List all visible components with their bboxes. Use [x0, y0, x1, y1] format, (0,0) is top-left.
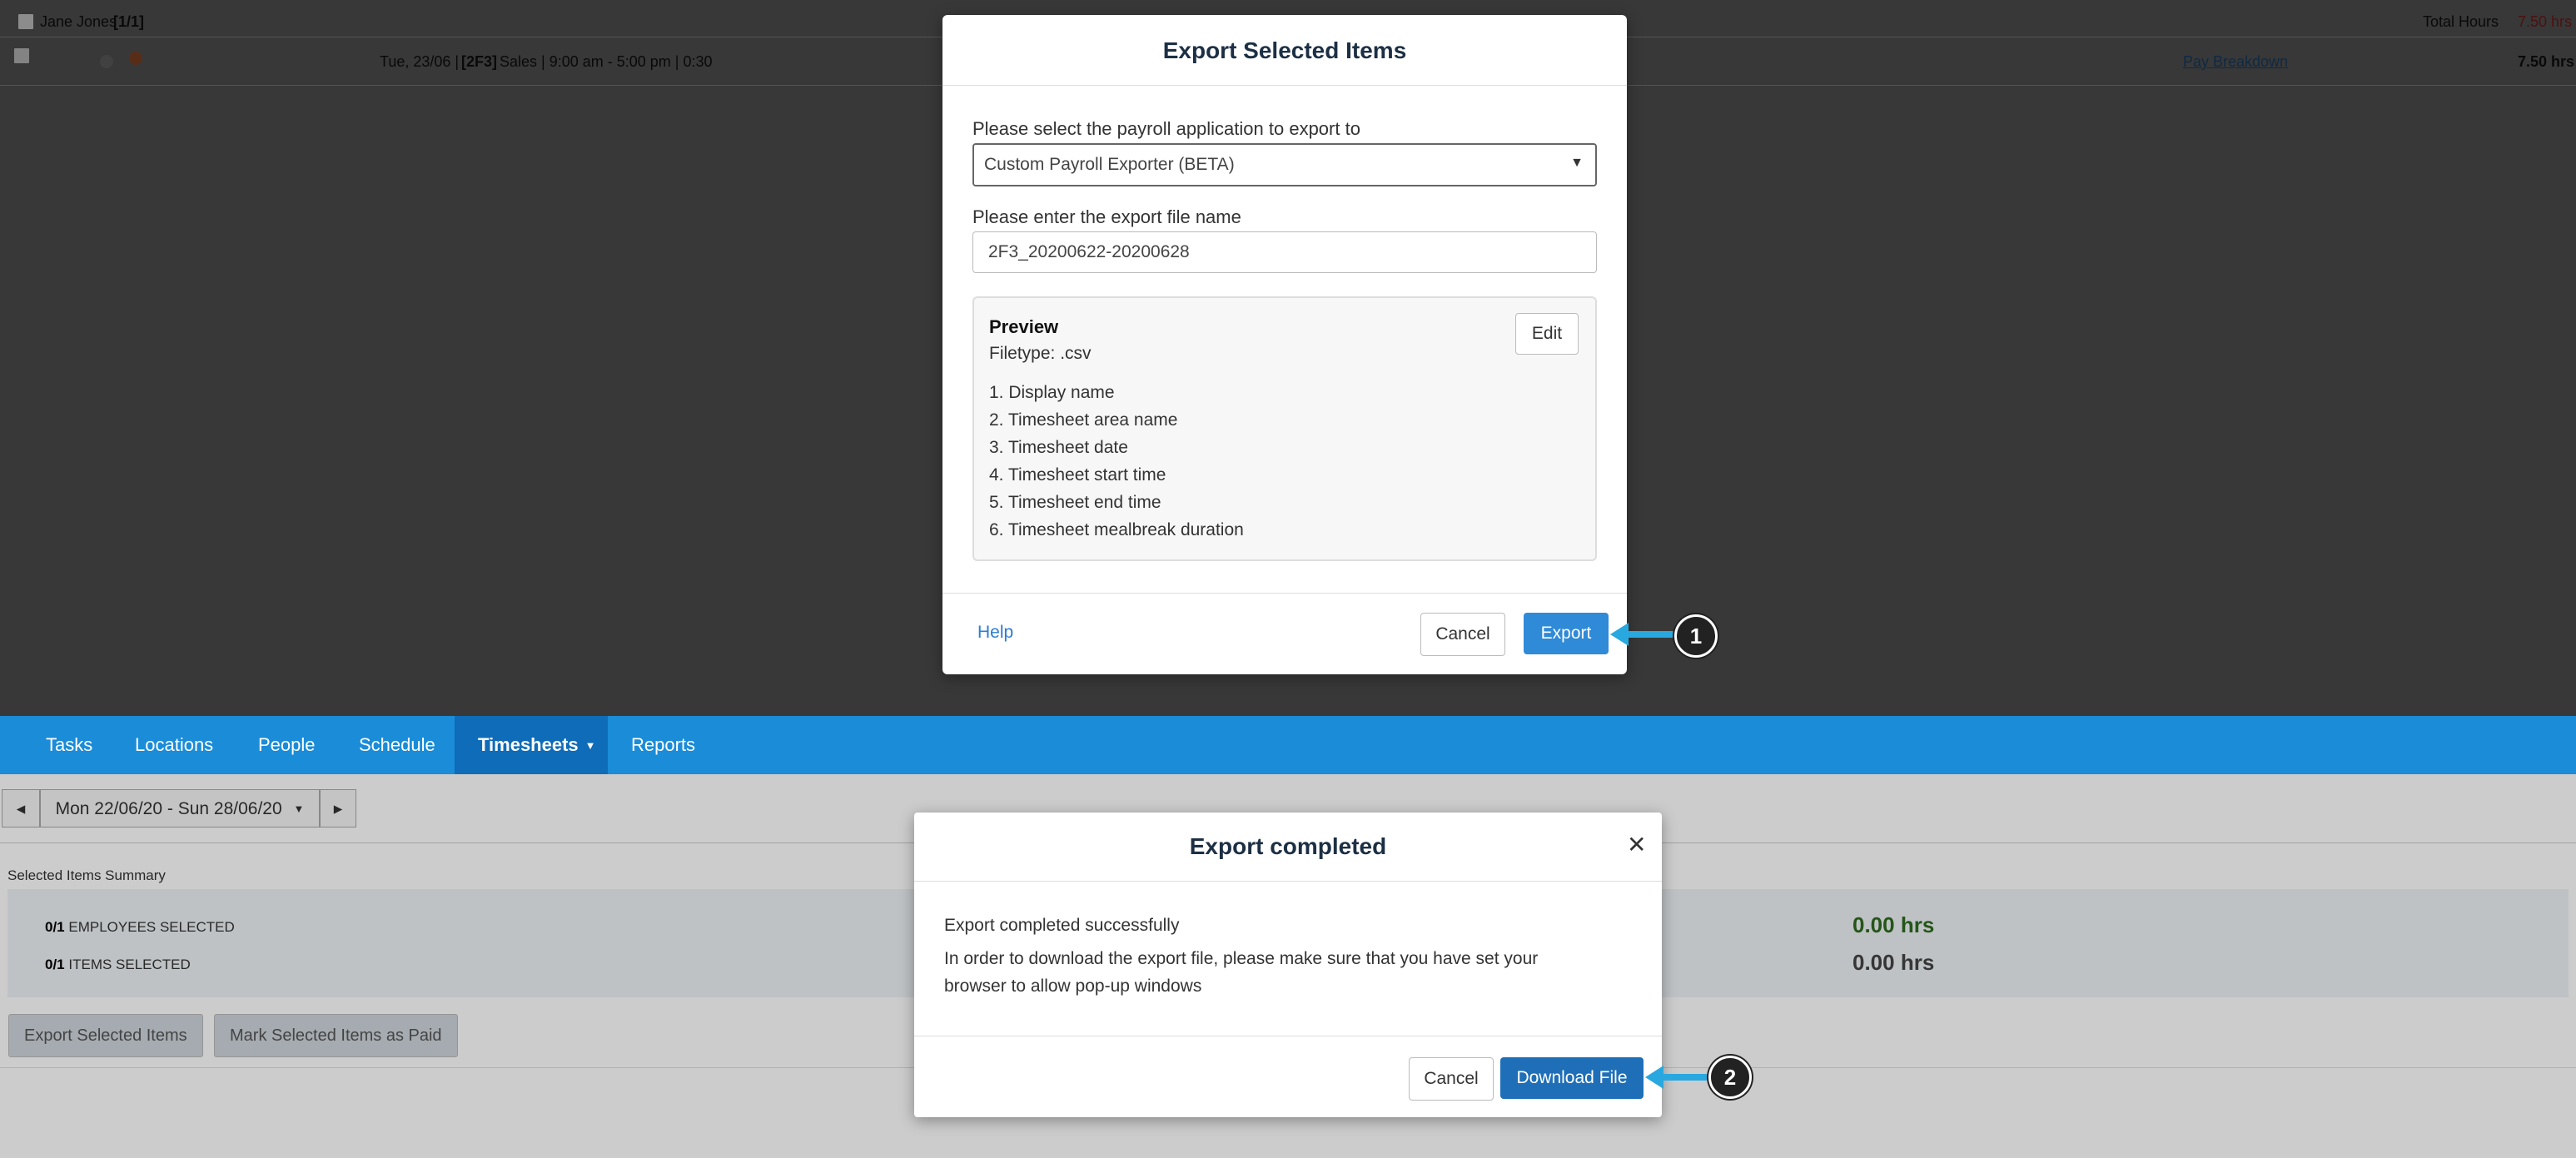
export-button[interactable]: Export	[1524, 613, 1609, 654]
popup-instructions-cont: browser to allow pop-up windows	[944, 977, 1202, 996]
divider	[942, 593, 1627, 594]
caret-down-icon: ▼	[584, 739, 596, 753]
main-nav: Tasks Locations People Schedule Timeshee…	[0, 716, 2576, 774]
preview-title: Preview	[989, 316, 1059, 337]
edit-button[interactable]: Edit	[1515, 313, 1579, 355]
payroll-app-select[interactable]: Custom Payroll Exporter (BETA) ▼	[972, 143, 1597, 186]
close-icon[interactable]: ✕	[1627, 831, 1646, 858]
preview-column: 6. Timesheet mealbreak duration	[989, 520, 1244, 539]
nav-item-reports[interactable]: Reports	[631, 716, 695, 774]
cancel-button[interactable]: Cancel	[1409, 1057, 1494, 1101]
filename-label: Please enter the export file name	[972, 206, 1241, 227]
nav-item-timesheets[interactable]: Timesheets ▼	[455, 716, 608, 774]
cancel-button[interactable]: Cancel	[1420, 613, 1505, 656]
success-message: Export completed successfully	[944, 916, 1180, 935]
nav-item-label: Timesheets	[478, 734, 579, 755]
nav-item-schedule[interactable]: Schedule	[359, 716, 435, 774]
modal-title: Export completed	[1189, 833, 1387, 859]
export-completed-modal: Export completed ✕ Export completed succ…	[914, 813, 1662, 1117]
divider	[942, 85, 1627, 86]
callout-badge-1: 1	[1674, 614, 1718, 658]
payroll-app-label: Please select the payroll application to…	[972, 118, 1360, 139]
preview-column: 3. Timesheet date	[989, 438, 1128, 457]
filename-input[interactable]: 2F3_20200622-20200628	[972, 231, 1597, 273]
preview-filetype: Filetype: .csv	[989, 344, 1092, 363]
export-selected-items-modal: Export Selected Items Please select the …	[942, 15, 1627, 674]
preview-column: 2. Timesheet area name	[989, 410, 1178, 430]
popup-instructions: In order to download the export file, pl…	[944, 949, 1539, 968]
nav-item-locations[interactable]: Locations	[135, 716, 213, 774]
preview-column: 1. Display name	[989, 383, 1115, 402]
download-file-button[interactable]: Download File	[1500, 1057, 1644, 1099]
payroll-app-selected: Custom Payroll Exporter (BETA)	[984, 155, 1235, 174]
preview-column: 4. Timesheet start time	[989, 465, 1166, 485]
help-link[interactable]: Help	[977, 623, 1013, 643]
callout-arrow-line	[1624, 631, 1675, 638]
preview-panel: Preview Filetype: .csv Edit 1. Display n…	[972, 296, 1597, 561]
callout-arrow-line	[1658, 1074, 1708, 1081]
divider	[914, 881, 1662, 882]
nav-item-tasks[interactable]: Tasks	[46, 716, 92, 774]
modal-title: Export Selected Items	[1162, 37, 1407, 63]
callout-badge-2: 2	[1708, 1056, 1752, 1099]
preview-column: 5. Timesheet end time	[989, 493, 1161, 512]
dropdown-arrow-icon: ▼	[1570, 156, 1584, 170]
nav-item-people[interactable]: People	[258, 716, 316, 774]
